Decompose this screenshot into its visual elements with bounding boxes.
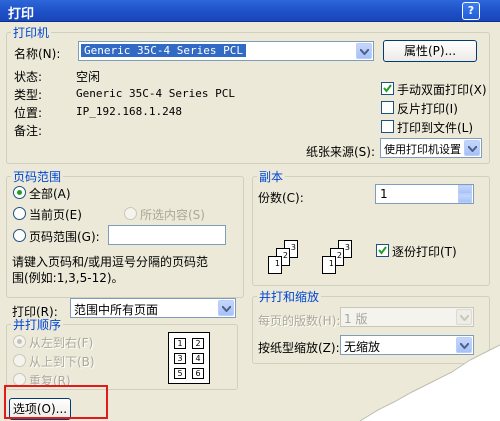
chevron-down-icon[interactable] xyxy=(456,309,472,325)
paper-source-select[interactable]: 使用打印机设置 xyxy=(380,138,482,158)
paper-source-label: 纸张来源(S): xyxy=(306,145,376,159)
status-label: 状态: xyxy=(14,70,43,84)
printer-name-select[interactable]: Generic 35C-4 Series PCL xyxy=(78,41,374,61)
scale-select[interactable]: 无缩放 xyxy=(340,335,474,355)
collate-label[interactable]: 逐份打印(T) xyxy=(392,243,457,260)
range-selection-label: 所选内容(S) xyxy=(140,208,205,222)
check-icon xyxy=(378,246,387,255)
range-pages-label[interactable]: 页码范围(G): xyxy=(29,228,100,245)
range-all-radio[interactable] xyxy=(13,186,26,199)
copies-count-value: 1 xyxy=(380,187,388,201)
spin-down-icon[interactable] xyxy=(458,194,472,203)
title-bar: 打印 ? xyxy=(0,0,500,22)
range-pages-radio[interactable] xyxy=(13,229,26,242)
window-title: 打印 xyxy=(8,7,35,22)
type-value: Generic 35C-4 Series PCL xyxy=(76,87,235,100)
pages-per-sheet-label: 每页的版数(H): xyxy=(258,314,341,328)
reverse-print-label[interactable]: 反片打印(I) xyxy=(397,100,458,117)
where-label: 位置: xyxy=(14,106,43,120)
order-ttb-label: 从上到下(B) xyxy=(29,355,95,369)
print-to-file-label[interactable]: 打印到文件(L) xyxy=(397,119,473,136)
highlight-box xyxy=(4,385,108,419)
zoom-legend: 并打和缩放 xyxy=(259,290,320,304)
chevron-down-icon[interactable] xyxy=(456,337,472,353)
range-hint-line1: 请键入页码和/或用逗号分隔的页码范 xyxy=(12,255,209,269)
copies-legend: 副本 xyxy=(259,170,284,184)
where-value: IP_192.168.1.248 xyxy=(76,105,182,118)
print-what-select[interactable]: 范围中所有页面 xyxy=(70,298,236,318)
range-selection-radio[interactable] xyxy=(124,207,137,220)
copies-count-label: 份数(C): xyxy=(258,191,304,205)
status-value: 空闲 xyxy=(76,70,101,84)
properties-button[interactable]: 属性(P)... xyxy=(383,40,477,62)
printer-legend: 打印机 xyxy=(13,26,50,40)
range-current-radio[interactable] xyxy=(13,207,26,220)
order-ltr-radio[interactable] xyxy=(13,335,26,348)
chevron-down-icon[interactable] xyxy=(218,300,234,316)
order-ltr-label: 从左到右(F) xyxy=(29,336,94,350)
range-all-label[interactable]: 全部(A) xyxy=(29,185,71,202)
manual-duplex-label[interactable]: 手动双面打印(X) xyxy=(397,81,487,98)
order-ttb-radio[interactable] xyxy=(13,354,26,367)
reverse-print-checkbox[interactable] xyxy=(381,101,394,114)
print-to-file-checkbox[interactable] xyxy=(381,120,394,133)
manual-duplex-checkbox[interactable] xyxy=(381,82,394,95)
order-preview-icon: 1 2 3 4 5 6 xyxy=(168,332,210,384)
page-range-legend: 页码范围 xyxy=(13,170,62,184)
print-dialog: 打印机 名称(N): Generic 35C-4 Series PCL 属性(P… xyxy=(0,22,500,421)
scale-label: 按纸型缩放(Z): xyxy=(258,341,340,355)
chevron-down-icon[interactable] xyxy=(356,43,372,59)
printer-name-label: 名称(N): xyxy=(14,47,61,61)
order-legend: 并打顺序 xyxy=(13,318,62,332)
spin-up-icon[interactable] xyxy=(458,185,472,194)
page-range-input[interactable] xyxy=(108,225,226,245)
range-current-label[interactable]: 当前页(E) xyxy=(29,206,82,223)
chevron-down-icon[interactable] xyxy=(464,140,480,156)
help-button[interactable]: ? xyxy=(462,2,480,20)
range-hint-line2: 围(例如:1,3,5-12)。 xyxy=(12,271,124,285)
check-icon xyxy=(383,84,392,93)
pages-per-sheet-select[interactable]: 1 版 xyxy=(340,307,474,327)
copies-count-spinner[interactable]: 1 xyxy=(375,184,474,204)
type-label: 类型: xyxy=(14,88,43,102)
collate-checkbox[interactable] xyxy=(376,244,389,257)
comment-label: 备注: xyxy=(14,124,43,138)
